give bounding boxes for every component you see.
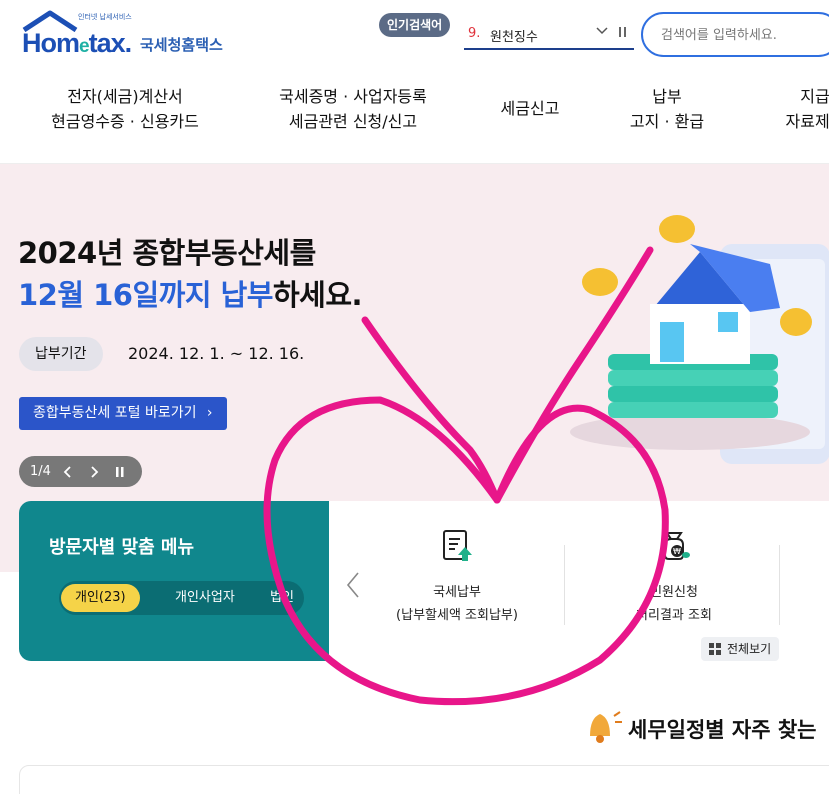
nav-item-tax-filing[interactable]: 세금신고 xyxy=(480,96,580,121)
tax-payment-doc-icon xyxy=(443,530,472,561)
nav-item-certificates[interactable]: 국세증명 · 사업자등록 세금관련 신청/신고 xyxy=(258,84,448,134)
nav-label: 고지 · 환급 xyxy=(629,112,705,131)
property-tax-portal-button[interactable]: 종합부동산세 포털 바로가기 › xyxy=(19,397,227,430)
headline-deadline: 12월 16일까지 납부 xyxy=(18,278,274,312)
header: 인터넷 납세서비스 Hometax. 국세청홈택스 인기검색어 9. 원천징수 xyxy=(0,0,829,70)
view-all-label: 전체보기 xyxy=(727,642,772,656)
search-input[interactable] xyxy=(661,23,829,47)
tab-sole-proprietor[interactable]: 개인사업자 xyxy=(161,584,249,612)
pause-icon[interactable] xyxy=(619,26,627,41)
headline-line2: 12월 16일까지 납부하세요. xyxy=(18,274,363,316)
nav-label: 국세증명 · 사업자등록 xyxy=(279,87,427,106)
slider-controls: 1/4 xyxy=(19,456,142,487)
popular-rank: 9. xyxy=(468,26,481,41)
headline-line1: 2024년 종합부동산세를 xyxy=(18,236,316,270)
banner-headline: 2024년 종합부동산세를 12월 16일까지 납부하세요. xyxy=(18,232,363,316)
popular-search-ticker[interactable]: 9. 원천징수 xyxy=(464,20,634,50)
quick-link-civil-request[interactable]: ₩ 민원신청 처리결과 조회 xyxy=(574,529,774,627)
search-box xyxy=(641,12,829,57)
slide-counter: 1/4 xyxy=(30,464,51,479)
section-title: 세무일정별 자주 찾는 xyxy=(628,718,817,742)
house-money-illustration xyxy=(570,215,829,464)
quick-link-sublabel: (납부할세액 조회납부) xyxy=(396,608,518,623)
hometax-logo[interactable]: 인터넷 납세서비스 Hometax. 국세청홈택스 xyxy=(18,10,238,60)
nav-label: 자료제출 xyxy=(785,112,829,131)
logo-korean-name: 국세청홈택스 xyxy=(140,36,223,54)
popular-search-label: 인기검색어 xyxy=(379,13,451,37)
money-bag-icon: ₩ xyxy=(664,532,690,560)
period-tag: 납부기간 xyxy=(19,337,103,371)
tab-individual[interactable]: 개인(23) xyxy=(61,584,140,612)
view-all-button[interactable]: 전체보기 xyxy=(701,637,780,661)
nav-label: 지급 xyxy=(800,87,829,106)
tab-corporation[interactable]: 법인 xyxy=(256,584,308,612)
visitor-type-tabs: 개인(23) 개인사업자 법인 xyxy=(59,581,304,615)
chevron-right-icon: › xyxy=(206,405,213,421)
divider xyxy=(779,545,780,625)
next-slide-icon[interactable] xyxy=(89,456,99,487)
quick-link-sublabel: 처리결과 조회 xyxy=(636,608,712,623)
logo-wordmark: Hometax. xyxy=(22,28,132,58)
quick-link-label: 국세납부 xyxy=(433,585,481,600)
bell-icon xyxy=(590,711,622,743)
nav-item-e-invoice[interactable]: 전자(세금)계산서 현금영수증 · 신용카드 xyxy=(34,84,216,134)
quick-link-tax-payment[interactable]: 국세납부 (납부할세액 조회납부) xyxy=(357,529,557,627)
nav-label: 전자(세금)계산서 xyxy=(67,87,183,106)
portal-button-label: 종합부동산세 포털 바로가기 xyxy=(33,405,197,421)
divider xyxy=(564,545,565,625)
period-value: 2024. 12. 1. ~ 12. 16. xyxy=(128,344,305,363)
headline-suffix: 하세요. xyxy=(273,278,363,312)
main-nav: 전자(세금)계산서 현금영수증 · 신용카드 국세증명 · 사업자등록 세금관련… xyxy=(0,70,829,164)
nav-item-payment[interactable]: 납부 고지 · 환급 xyxy=(612,84,722,134)
chevron-down-icon[interactable] xyxy=(596,24,608,40)
quick-links: 국세납부 (납부할세액 조회납부) ₩ 민원신청 처리결과 조회 전체보기 xyxy=(329,501,829,661)
svg-text:₩: ₩ xyxy=(673,547,681,556)
nav-label: 납부 xyxy=(652,87,682,106)
nav-label: 현금영수증 · 신용카드 xyxy=(51,112,199,131)
visitor-menu-panel: 방문자별 맞춤 메뉴 개인(23) 개인사업자 법인 xyxy=(19,501,331,661)
nav-label: 세금신고 xyxy=(500,99,560,118)
schedule-card xyxy=(19,765,829,794)
nav-label: 세금관련 신청/신고 xyxy=(288,112,418,131)
pause-slide-icon[interactable] xyxy=(115,456,125,487)
nav-item-data-submit[interactable]: 지급 자료제출 xyxy=(760,84,829,134)
prev-slide-icon[interactable] xyxy=(63,456,73,487)
quick-link-label: 민원신청 xyxy=(650,585,698,600)
grid-icon xyxy=(709,643,721,655)
visitor-menu-title: 방문자별 맞춤 메뉴 xyxy=(49,537,195,558)
popular-term[interactable]: 원천징수 xyxy=(490,26,538,45)
logo-subtitle: 인터넷 납세서비스 xyxy=(78,13,132,21)
